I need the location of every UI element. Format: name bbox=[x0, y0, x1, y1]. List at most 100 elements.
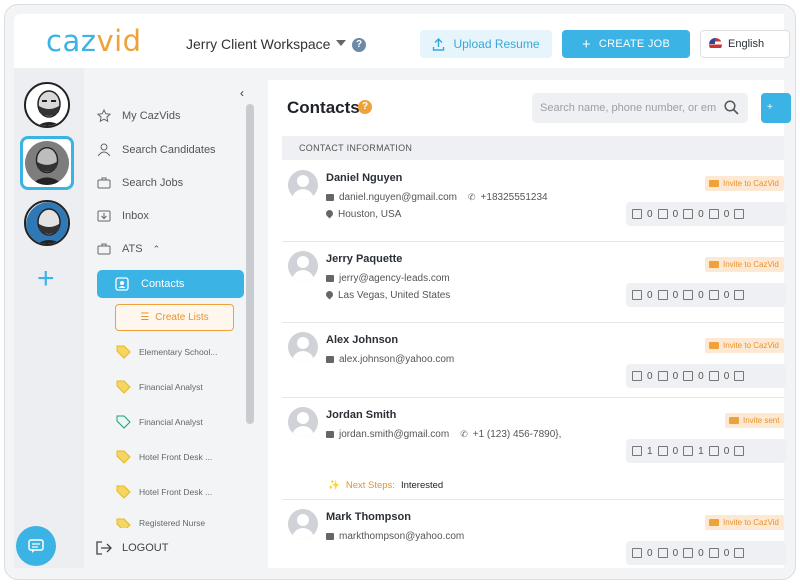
document-icon bbox=[734, 446, 745, 456]
contact-name[interactable]: Mark Thompson bbox=[326, 511, 411, 523]
video-icon bbox=[632, 548, 642, 558]
page-title: Contacts bbox=[287, 98, 360, 117]
envelope-icon bbox=[709, 342, 719, 349]
tag-icon bbox=[116, 485, 131, 499]
workspace-dropdown-icon[interactable] bbox=[336, 40, 346, 46]
chat-button[interactable] bbox=[16, 526, 56, 566]
avatar bbox=[288, 170, 318, 200]
document-icon bbox=[734, 548, 745, 558]
envelope-icon bbox=[709, 519, 719, 526]
invite-button[interactable]: Invite sent bbox=[725, 413, 784, 428]
invite-button[interactable]: Invite to CazVid bbox=[705, 338, 784, 353]
folder-icon bbox=[708, 446, 719, 456]
contact-email: jordan.smith@gmail.com ✆ +1 (123) 456-7890… bbox=[326, 429, 561, 440]
handshake-icon bbox=[683, 548, 694, 558]
document-icon bbox=[734, 290, 745, 300]
upload-resume-button[interactable]: Upload Resume bbox=[420, 30, 552, 58]
contact-row[interactable]: Mark Thompson markthompson@yahoo.com Inv… bbox=[282, 501, 786, 568]
tag-icon bbox=[116, 345, 131, 359]
help-icon[interactable]: ? bbox=[352, 38, 366, 52]
sidebar-item-search-jobs[interactable]: Search Jobs bbox=[96, 173, 183, 193]
list-item[interactable]: Hotel Front Desk ... bbox=[116, 450, 212, 464]
list-item[interactable]: Hotel Front Desk ... bbox=[116, 485, 212, 499]
activity-counts: 0 0 0 0 bbox=[626, 202, 786, 226]
mail-icon bbox=[326, 275, 334, 282]
sidebar-scrollbar[interactable] bbox=[246, 104, 254, 424]
video-icon bbox=[632, 290, 642, 300]
handshake-icon bbox=[683, 371, 694, 381]
folder-icon bbox=[708, 371, 719, 381]
clipboard-icon bbox=[657, 446, 668, 456]
location-pin-icon bbox=[326, 210, 333, 219]
contact-row[interactable]: Daniel Nguyen daniel.nguyen@gmail.com ✆ +1… bbox=[282, 162, 786, 242]
logout-button[interactable]: LOGOUT bbox=[96, 541, 168, 555]
column-header: CONTACT INFORMATION bbox=[282, 136, 784, 160]
contact-name[interactable]: Jerry Paquette bbox=[326, 253, 402, 265]
list-item[interactable]: Financial Analyst bbox=[116, 380, 203, 394]
sidebar-item-inbox[interactable]: Inbox bbox=[96, 206, 149, 226]
invite-button[interactable]: Invite to CazVid bbox=[705, 515, 784, 530]
add-workspace-icon[interactable]: + bbox=[37, 264, 55, 294]
top-header: cazvid Jerry Client Workspace ? Upload R… bbox=[14, 14, 790, 68]
avatar bbox=[288, 332, 318, 362]
list-item[interactable]: Registered Nurse bbox=[116, 518, 205, 528]
invite-button[interactable]: Invite to CazVid bbox=[705, 257, 784, 272]
avatar bbox=[288, 509, 318, 539]
clipboard-icon bbox=[657, 548, 668, 558]
invite-button[interactable]: Invite to CazVid bbox=[705, 176, 784, 191]
clipboard-icon bbox=[657, 290, 668, 300]
list-icon: ☰ bbox=[140, 312, 150, 323]
activity-counts: 0 0 0 0 bbox=[626, 541, 786, 565]
location-pin-icon bbox=[326, 291, 333, 300]
sidebar-item-search-candidates[interactable]: Search Candidates bbox=[96, 140, 216, 160]
activity-counts: 0 0 0 0 bbox=[626, 283, 786, 307]
sidebar-item-my-cazvids[interactable]: My CazVids bbox=[96, 106, 180, 126]
search-input[interactable]: Search name, phone number, or em bbox=[532, 93, 748, 123]
clipboard-icon bbox=[657, 371, 668, 381]
list-item[interactable]: Elementary School... bbox=[116, 345, 217, 359]
mail-icon bbox=[326, 431, 334, 438]
inbox-icon bbox=[96, 208, 112, 224]
contact-name[interactable]: Alex Johnson bbox=[326, 334, 398, 346]
video-icon bbox=[632, 446, 642, 456]
cazvid-logo[interactable]: cazvid bbox=[46, 24, 142, 58]
clipboard-icon bbox=[657, 209, 668, 219]
mail-icon bbox=[326, 533, 334, 540]
contact-email: markthompson@yahoo.com bbox=[326, 531, 464, 542]
workspace-avatar[interactable] bbox=[24, 200, 70, 246]
list-item[interactable]: Financial Analyst bbox=[116, 415, 203, 429]
tag-icon bbox=[116, 380, 131, 394]
next-steps: ✨ Next Steps: Interested bbox=[328, 480, 444, 491]
contact-row[interactable]: Jordan Smith jordan.smith@gmail.com ✆ +1 (… bbox=[282, 399, 786, 500]
person-icon bbox=[96, 142, 112, 158]
workspace-avatar-selected[interactable] bbox=[20, 136, 74, 190]
sidebar-item-ats[interactable]: ATS ⌃ bbox=[96, 239, 160, 259]
folder-icon bbox=[708, 548, 719, 558]
tag-icon bbox=[116, 518, 131, 528]
sidebar-item-contacts[interactable]: Contacts bbox=[97, 270, 244, 298]
briefcase-icon bbox=[96, 175, 112, 191]
contact-row[interactable]: Alex Johnson alex.johnson@yahoo.com Invi… bbox=[282, 324, 786, 398]
contact-location: Houston, USA bbox=[326, 209, 401, 220]
us-flag-icon bbox=[709, 37, 722, 51]
phone-icon: ✆ bbox=[468, 192, 476, 202]
contact-row[interactable]: Jerry Paquette jerry@agency-leads.com La… bbox=[282, 243, 786, 323]
language-select[interactable]: English bbox=[700, 30, 790, 58]
help-icon[interactable]: ? bbox=[358, 100, 372, 114]
workspace-avatar[interactable] bbox=[24, 82, 70, 128]
workspace-rail: + bbox=[14, 68, 84, 568]
create-job-button[interactable]: + CREATE JOB bbox=[562, 30, 690, 58]
contact-name[interactable]: Daniel Nguyen bbox=[326, 172, 402, 184]
workspace-name[interactable]: Jerry Client Workspace bbox=[186, 36, 330, 52]
envelope-icon bbox=[709, 180, 719, 187]
collapse-sidebar-icon[interactable]: ‹ bbox=[240, 86, 244, 100]
search-icon[interactable] bbox=[724, 100, 739, 115]
contact-name[interactable]: Jordan Smith bbox=[326, 409, 396, 421]
mail-icon bbox=[326, 356, 334, 363]
tag-icon bbox=[116, 415, 131, 429]
create-lists-button[interactable]: ☰ Create Lists bbox=[115, 304, 234, 331]
star-icon bbox=[96, 108, 112, 124]
add-contact-button[interactable]: + bbox=[761, 93, 791, 123]
envelope-icon bbox=[709, 261, 719, 268]
ats-icon bbox=[96, 241, 112, 257]
